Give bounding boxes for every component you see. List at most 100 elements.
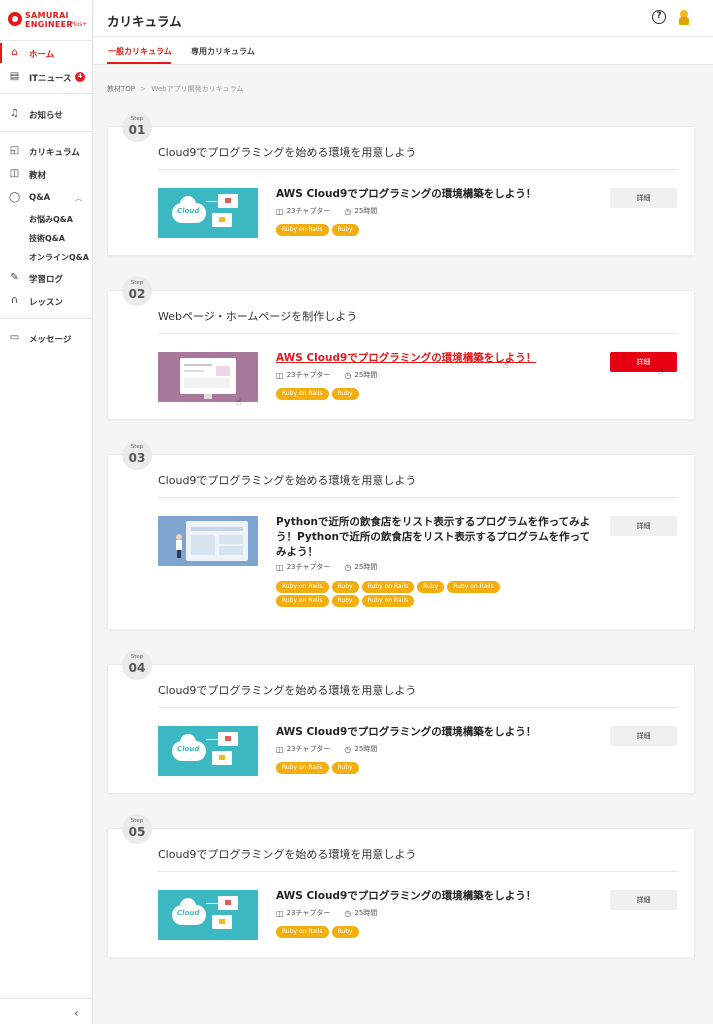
tag[interactable]: Ruby on Rails xyxy=(447,581,500,593)
tag[interactable]: Ruby xyxy=(417,581,445,593)
sidebar-item-materials[interactable]: ◫ 教材 xyxy=(0,164,93,184)
tag[interactable]: Ruby on Rails xyxy=(276,388,329,400)
message-icon: ▭ xyxy=(9,332,20,343)
tab-general-curriculum[interactable]: 一般カリキュラム xyxy=(108,46,172,57)
sidebar-sub-item-online-qa[interactable]: オンラインQ&A xyxy=(29,252,89,263)
samurai-engineer-logo[interactable]: SAMURAI ENGINEER Plus+ xyxy=(8,9,90,35)
course-thumbnail[interactable]: Cloud xyxy=(158,726,258,776)
step-title: Cloud9でプログラミングを始める環境を用意しよう xyxy=(158,146,417,159)
tag[interactable]: Ruby on Rails xyxy=(361,581,415,593)
tag[interactable]: Ruby on Rails xyxy=(276,224,329,236)
avatar[interactable] xyxy=(678,10,690,25)
course-title-link[interactable]: Pythonで近所の飲食店をリスト表示するプログラムを作ってみよう！Python… xyxy=(276,515,594,560)
hand-cursor-icon: ☝ xyxy=(658,367,664,377)
step-number: 05 xyxy=(128,825,146,839)
tag[interactable]: Ruby xyxy=(331,926,359,938)
tag[interactable]: Ruby xyxy=(331,762,359,774)
sidebar-divider xyxy=(0,131,93,132)
course-meta: ◫ 23チャプター ◷ 25時間 xyxy=(276,206,377,216)
hand-cursor-icon: ☝ xyxy=(503,361,509,371)
tag[interactable]: Ruby xyxy=(331,388,359,400)
clock-icon: ◷ xyxy=(344,206,352,216)
sidebar: SAMURAI ENGINEER Plus+ ⌂ ホーム ▤ ITニュース 4 … xyxy=(0,0,93,1024)
course-title-link[interactable]: AWS Cloud9でプログラミングの環境構築をしよう！ xyxy=(276,889,576,904)
book-icon: ◫ xyxy=(276,370,284,380)
sidebar-item-notifications[interactable]: ♫ お知らせ xyxy=(0,104,93,124)
sidebar-divider xyxy=(0,40,93,41)
header: カリキュラム ? xyxy=(94,0,713,37)
breadcrumb-root[interactable]: 教材TOP xyxy=(107,85,135,93)
logo-mark-icon xyxy=(8,12,22,26)
webpage-illustration xyxy=(186,521,248,561)
course-thumbnail[interactable]: Cloud xyxy=(158,890,258,940)
tag-list: Ruby on Rails Ruby xyxy=(276,224,606,236)
sidebar-item-qa[interactable]: ◯ Q&A ︿ xyxy=(0,188,93,208)
sidebar-item-lessons[interactable]: ∩ レッスン xyxy=(0,291,93,311)
detail-button[interactable]: 詳細 xyxy=(610,516,677,536)
course-thumbnail[interactable] xyxy=(158,516,258,566)
sidebar-item-curriculum[interactable]: ◱ カリキュラム xyxy=(0,141,93,161)
home-icon: ⌂ xyxy=(11,47,18,58)
detail-button[interactable]: 詳細 xyxy=(610,188,677,208)
course-hours: 25時間 xyxy=(354,745,378,753)
sidebar-item-messages[interactable]: ▭ メッセージ xyxy=(0,328,93,348)
step-number: 04 xyxy=(128,661,146,675)
course-title-link[interactable]: AWS Cloud9でプログラミングの環境構築をしよう！ xyxy=(276,351,576,366)
card-divider xyxy=(158,497,678,498)
avatar-body xyxy=(679,17,689,25)
tag[interactable]: Ruby xyxy=(331,224,359,236)
step-badge-01: Step 01 xyxy=(122,112,152,142)
chapter-count: 23チャプター xyxy=(286,207,331,215)
card-divider xyxy=(158,707,678,708)
tab-dedicated-curriculum[interactable]: 専用カリキュラム xyxy=(191,46,255,57)
tag[interactable]: Ruby on Rails xyxy=(276,926,329,938)
step-card-04: Cloud9でプログラミングを始める環境を用意しよう Cloud AWS Clo… xyxy=(107,664,695,794)
book-icon: ◫ xyxy=(9,168,20,179)
tag[interactable]: Ruby on Rails xyxy=(276,595,329,607)
chevron-up-icon[interactable]: ︿ xyxy=(75,193,82,203)
step-title: Cloud9でプログラミングを始める環境を用意しよう xyxy=(158,474,417,487)
chapter-count: 23チャプター xyxy=(286,909,331,917)
sidebar-sub-item-worry-qa[interactable]: お悩みQ&A xyxy=(29,214,73,225)
step-card-03: Cloud9でプログラミングを始める環境を用意しよう Pythonで近所の飲食店… xyxy=(107,454,695,630)
book-icon: ◫ xyxy=(276,206,284,216)
course-hours: 25時間 xyxy=(354,207,378,215)
detail-button[interactable]: 詳細 xyxy=(610,352,677,372)
sidebar-item-home[interactable]: ⌂ ホーム xyxy=(0,43,93,63)
clock-icon: ◷ xyxy=(344,370,352,380)
collapse-sidebar-icon[interactable]: ‹ xyxy=(74,1006,79,1020)
book-icon: ◫ xyxy=(276,562,284,572)
monitor-icon xyxy=(212,213,232,227)
clock-icon: ◷ xyxy=(344,562,352,572)
chapter-count: 23チャプター xyxy=(286,371,331,379)
breadcrumb-current: Webアプリ開発カリキュラム xyxy=(151,85,244,93)
tag[interactable]: Ruby on Rails xyxy=(276,581,329,593)
chapter-count: 23チャプター xyxy=(286,563,331,571)
hand-cursor-icon: ☝ xyxy=(236,398,242,408)
sidebar-item-it-news[interactable]: ▤ ITニュース 4 xyxy=(0,67,93,87)
sidebar-divider xyxy=(0,998,93,999)
tag[interactable]: Ruby xyxy=(331,595,359,607)
step-badge-02: Step 02 xyxy=(122,276,152,306)
course-thumbnail[interactable]: Cloud xyxy=(158,188,258,238)
course-title-link[interactable]: AWS Cloud9でプログラミングの環境構築をしよう！ xyxy=(276,187,576,202)
book-icon: ◫ xyxy=(276,744,284,754)
monitor-icon xyxy=(212,751,232,765)
detail-button[interactable]: 詳細 xyxy=(610,726,677,746)
tag[interactable]: Ruby xyxy=(331,581,359,593)
clock-icon: ◷ xyxy=(344,908,352,918)
tag[interactable]: Ruby on Rails xyxy=(276,762,329,774)
detail-button[interactable]: 詳細 xyxy=(610,890,677,910)
course-meta: ◫ 23チャプター ◷ 25時間 xyxy=(276,370,377,380)
tag-list: Ruby on Rails Ruby Ruby on Rails Ruby Ru… xyxy=(276,581,521,607)
tag[interactable]: Ruby on Rails xyxy=(361,595,415,607)
help-icon[interactable]: ? xyxy=(652,10,666,24)
monitor-icon xyxy=(218,194,238,208)
news-icon: ▤ xyxy=(9,71,20,82)
sidebar-item-study-log[interactable]: ✎ 学習ログ xyxy=(0,268,93,288)
book-icon: ◫ xyxy=(276,908,284,918)
course-title-link[interactable]: AWS Cloud9でプログラミングの環境構築をしよう！ xyxy=(276,725,576,740)
sidebar-sub-item-tech-qa[interactable]: 技術Q&A xyxy=(29,233,65,244)
step-card-02: Webページ・ホームページを制作しよう ☝ AWS Cloud9でプログラミング… xyxy=(107,290,695,420)
course-thumbnail[interactable] xyxy=(158,352,258,402)
